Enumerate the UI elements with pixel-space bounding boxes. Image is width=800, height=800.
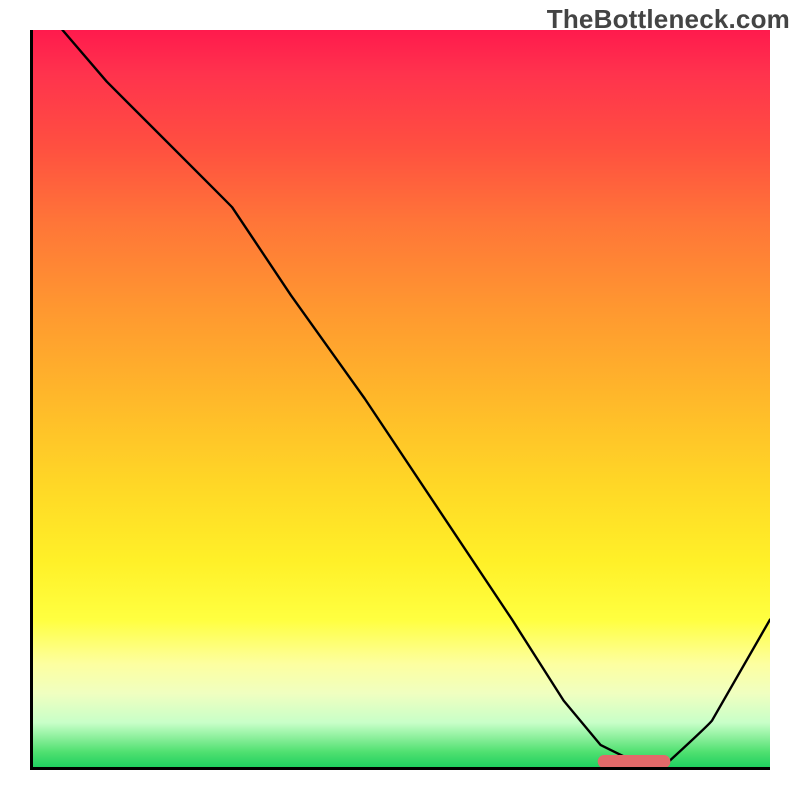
- plot-area: [30, 30, 770, 770]
- chart-container: TheBottleneck.com: [0, 0, 800, 800]
- chart-svg: [33, 30, 770, 767]
- bottleneck-curve: [62, 30, 770, 763]
- optimal-marker: [598, 755, 671, 767]
